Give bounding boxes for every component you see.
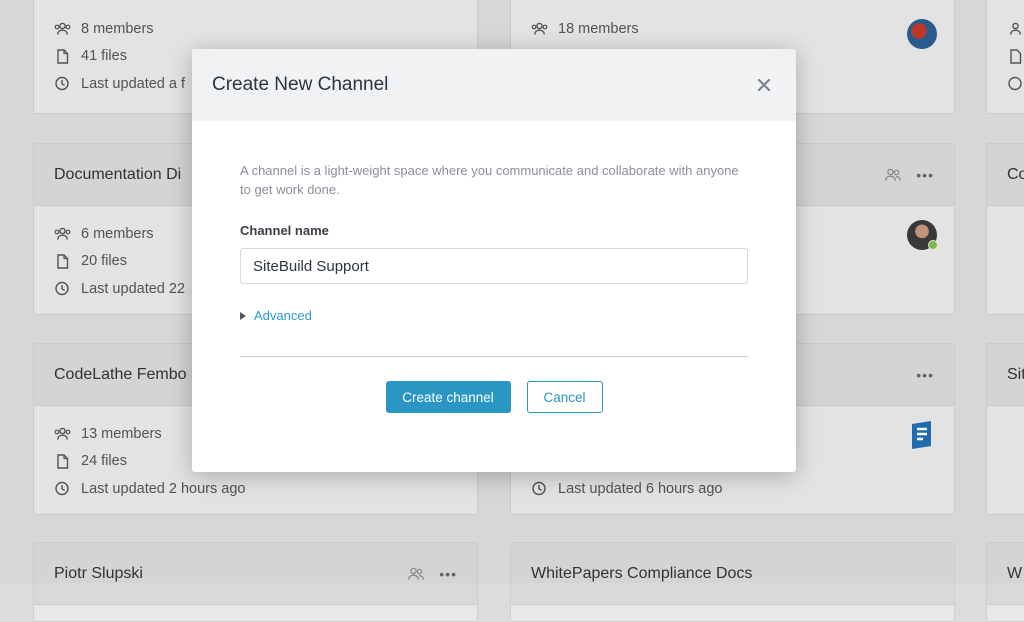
dialog-actions: Create channel Cancel [240, 381, 748, 413]
dialog-header: Create New Channel [192, 49, 796, 121]
create-channel-button[interactable]: Create channel [385, 381, 511, 413]
close-icon [757, 78, 771, 92]
channel-name-input[interactable] [240, 248, 748, 284]
channel-name-label: Channel name [240, 223, 329, 238]
dialog-title: Create New Channel [212, 74, 389, 95]
advanced-label: Advanced [254, 308, 312, 323]
divider [240, 356, 748, 357]
create-channel-dialog: Create New Channel A channel is a light-… [192, 49, 796, 472]
caret-right-icon [240, 311, 246, 320]
cancel-button[interactable]: Cancel [526, 381, 603, 413]
advanced-toggle[interactable]: Advanced [240, 308, 748, 323]
close-button[interactable] [752, 73, 776, 97]
dialog-body: A channel is a light-weight space where … [192, 121, 796, 413]
dialog-description: A channel is a light-weight space where … [240, 163, 739, 197]
